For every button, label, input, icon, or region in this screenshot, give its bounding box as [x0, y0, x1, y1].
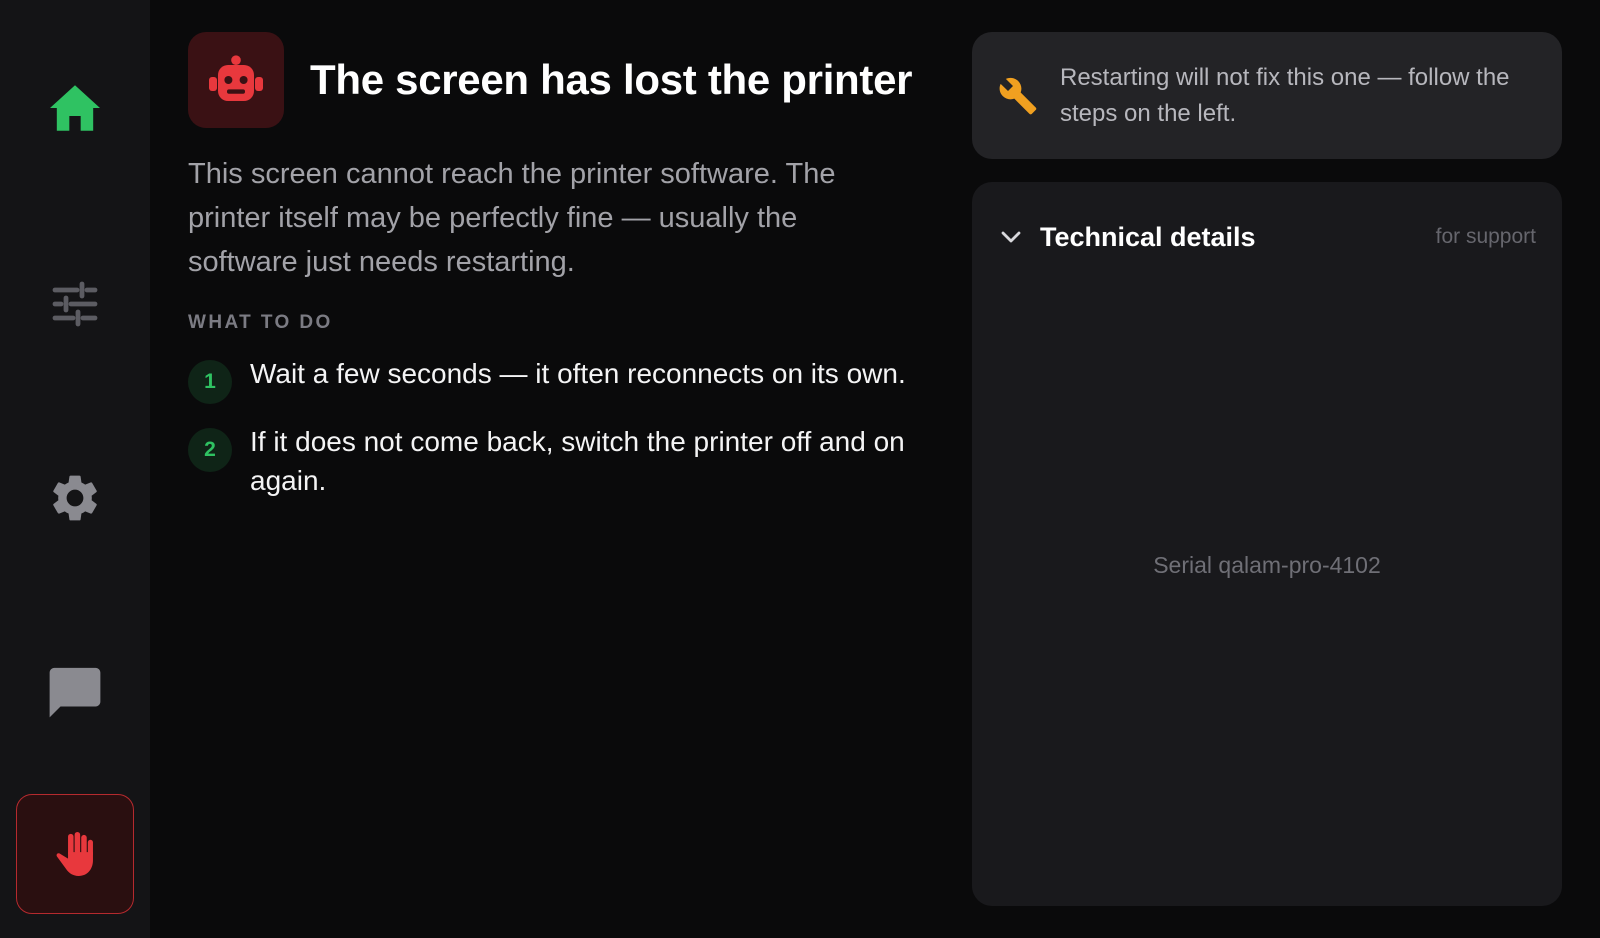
restart-notice: Restarting will not fix this one — follo… — [972, 32, 1562, 159]
step-number: 1 — [188, 360, 232, 404]
step-item: 1 Wait a few seconds — it often reconnec… — [188, 354, 908, 404]
section-label: WHAT TO DO — [188, 312, 333, 333]
technical-details-toggle[interactable]: Technical details for support — [1000, 212, 1536, 262]
sliders-icon — [52, 281, 98, 327]
chevron-down-icon — [1001, 231, 1021, 243]
chat-icon — [49, 667, 101, 718]
technical-details-panel: Technical details for support Serial qal… — [972, 182, 1562, 906]
nav-controls-button[interactable] — [16, 244, 134, 364]
nav-home-button[interactable] — [16, 48, 134, 168]
details-hint: for support — [1435, 225, 1536, 248]
sidebar — [0, 0, 150, 938]
details-title: Technical details — [1040, 221, 1256, 252]
nav-messages-button[interactable] — [16, 632, 134, 752]
nav-settings-button[interactable] — [16, 438, 134, 558]
step-item: 2 If it does not come back, switch the p… — [188, 422, 908, 500]
title-row: The screen has lost the printer — [188, 32, 913, 128]
steps-list: 1 Wait a few seconds — it often reconnec… — [188, 354, 908, 500]
robot-icon-tile — [188, 32, 284, 128]
step-number: 2 — [188, 428, 232, 472]
wrench-icon — [999, 77, 1037, 114]
hand-stop-icon — [56, 832, 93, 876]
step-text: Wait a few seconds — it often reconnects… — [250, 358, 906, 389]
step-text: If it does not come back, switch the pri… — [250, 426, 905, 496]
gear-icon — [53, 475, 97, 521]
main-content: The screen has lost the printer This scr… — [188, 32, 913, 518]
notice-text: Restarting will not fix this one — follo… — [1060, 63, 1510, 127]
home-icon — [50, 85, 100, 131]
emergency-stop-button[interactable] — [16, 794, 134, 914]
robot-icon — [209, 55, 263, 101]
page-title: The screen has lost the printer — [310, 56, 913, 103]
serial-number: Serial qalam-pro-4102 — [1153, 552, 1381, 578]
error-description: This screen cannot reach the printer sof… — [188, 158, 836, 278]
